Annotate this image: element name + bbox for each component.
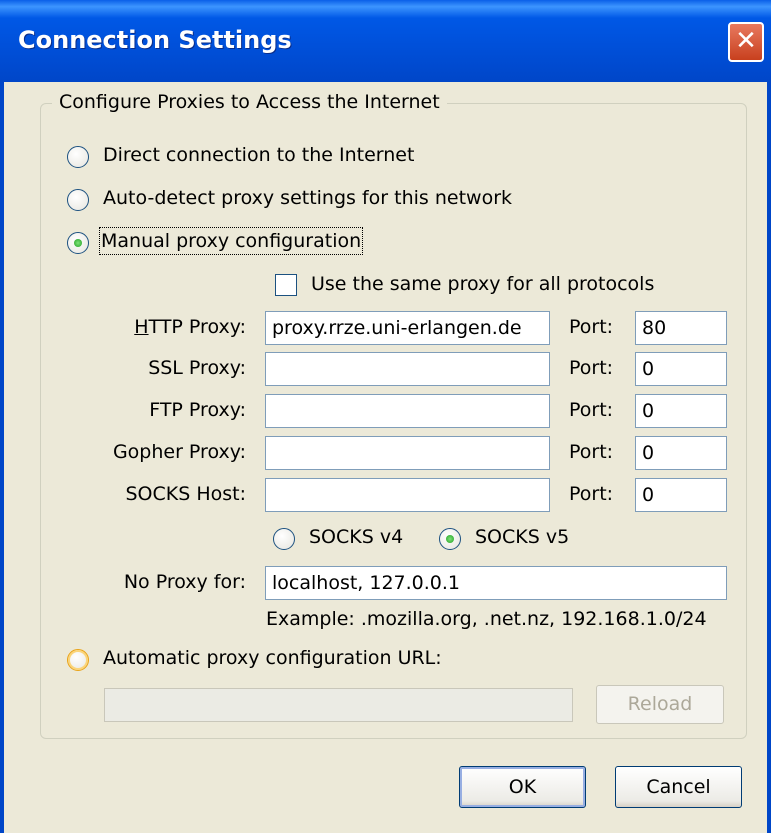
dialog-title: Connection Settings <box>18 26 292 54</box>
auto-detect-label[interactable]: Auto-detect proxy settings for this netw… <box>103 186 512 210</box>
http-port-input[interactable] <box>635 311 727 345</box>
ftp-port-input[interactable] <box>635 394 727 428</box>
title-bar[interactable]: Connection Settings ✕ <box>0 0 771 82</box>
same-proxy-checkbox[interactable] <box>275 274 297 296</box>
http-port-label: Port: <box>569 316 614 338</box>
connection-settings-dialog: Connection Settings ✕ Configure Proxies … <box>0 0 771 833</box>
gopher-proxy-input[interactable] <box>265 436 550 470</box>
window-border-left <box>0 82 4 833</box>
reload-button[interactable]: Reload <box>596 685 724 724</box>
ssl-proxy-input[interactable] <box>265 352 550 386</box>
no-proxy-input[interactable] <box>265 566 727 600</box>
groupbox-legend: Configure Proxies to Access the Internet <box>52 91 447 113</box>
ok-button[interactable]: OK <box>459 766 586 808</box>
gopher-port-input[interactable] <box>635 436 727 470</box>
ssl-port-label: Port: <box>569 357 614 379</box>
ftp-proxy-label: FTP Proxy: <box>149 399 246 421</box>
socks-port-input[interactable] <box>635 478 727 512</box>
http-proxy-label-text: TTP Proxy: <box>148 316 246 338</box>
ssl-proxy-label: SSL Proxy: <box>148 357 246 379</box>
socks-host-label: SOCKS Host: <box>125 483 246 505</box>
manual-proxy-label[interactable]: Manual proxy configuration <box>98 227 364 255</box>
close-icon: ✕ <box>735 26 757 56</box>
socks-v5-label[interactable]: SOCKS v5 <box>475 525 569 549</box>
close-button[interactable]: ✕ <box>728 22 764 62</box>
socks-v4-radio[interactable] <box>273 528 295 550</box>
auto-config-url-label[interactable]: Automatic proxy configuration URL: <box>103 646 442 670</box>
auto-config-url-radio[interactable] <box>67 649 89 671</box>
window-border-right <box>767 82 771 833</box>
socks-host-input[interactable] <box>265 478 550 512</box>
ftp-proxy-input[interactable] <box>265 394 550 428</box>
auto-config-url-input[interactable] <box>104 688 573 722</box>
ftp-port-label: Port: <box>569 399 614 421</box>
ssl-port-input[interactable] <box>635 352 727 386</box>
no-proxy-label: No Proxy for: <box>123 571 246 593</box>
socks-v4-label[interactable]: SOCKS v4 <box>309 525 403 549</box>
direct-connection-label[interactable]: Direct connection to the Internet <box>103 143 414 167</box>
socks-v5-radio[interactable] <box>439 528 461 550</box>
http-proxy-label: HTTP Proxy: <box>134 316 246 338</box>
direct-connection-radio[interactable] <box>67 146 89 168</box>
http-proxy-input[interactable] <box>265 311 550 345</box>
cancel-button[interactable]: Cancel <box>615 766 742 808</box>
gopher-proxy-label: Gopher Proxy: <box>112 441 246 463</box>
socks-port-label: Port: <box>569 483 614 505</box>
manual-proxy-radio[interactable] <box>67 232 89 254</box>
auto-detect-radio[interactable] <box>67 189 89 211</box>
no-proxy-example: Example: .mozilla.org, .net.nz, 192.168.… <box>266 608 707 630</box>
gopher-port-label: Port: <box>569 441 614 463</box>
same-proxy-label[interactable]: Use the same proxy for all protocols <box>311 272 654 296</box>
